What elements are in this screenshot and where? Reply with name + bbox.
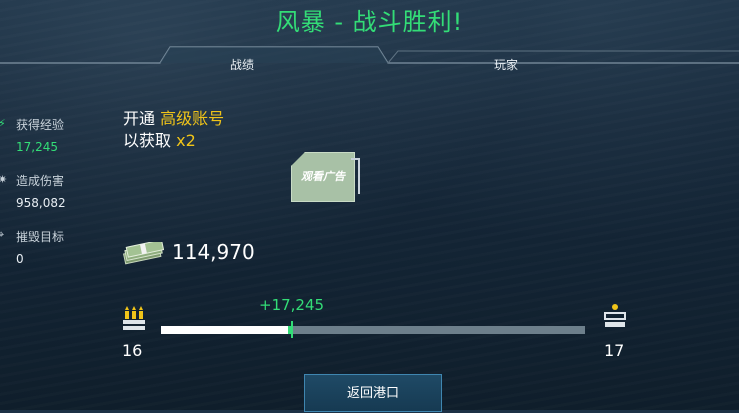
crosshair-icon: ⌖ (0, 228, 5, 241)
xp-progress-marker (291, 321, 294, 338)
battle-result-title: 风暴 - 战斗胜利! (275, 8, 464, 36)
rank-insignia-current-icon (123, 306, 145, 330)
promo-prefix: 开通 (123, 109, 161, 128)
current-level: 16 (122, 341, 143, 360)
lightning-icon: ⚡ (0, 117, 6, 130)
cash-stack-icon (122, 242, 164, 265)
promo-suffix: 以获取 (123, 131, 177, 150)
rank-insignia-next-icon (604, 304, 626, 327)
explosion-icon: ✷ (0, 173, 8, 186)
xp-gain-label: +17,245 (259, 296, 325, 314)
premium-promo: 开通 高级账号 以获取 x2 (123, 108, 224, 152)
premium-account-link: 高级账号 (160, 109, 225, 128)
multiplier-label: x2 (176, 131, 196, 150)
tab-players[interactable]: 玩家 (494, 56, 518, 73)
credits-value: 114,970 (172, 240, 255, 264)
next-level: 17 (604, 341, 625, 360)
stat-xp-label: 获得经验 (16, 118, 65, 132)
stat-destroyed-value: 0 (16, 252, 24, 266)
tab-bar: 战绩 玩家 (0, 42, 739, 76)
stat-damage-label: 造成伤害 (16, 174, 65, 188)
return-to-port-button[interactable]: 返回港口 (304, 374, 442, 412)
stat-destroyed-label: 摧毁目标 (16, 230, 65, 244)
watch-ad-label[interactable]: 观看广告 (293, 168, 353, 184)
xp-progress-fill (161, 326, 289, 334)
stat-xp-value: 17,245 (16, 140, 58, 154)
ad-bracket-decoration (351, 158, 360, 194)
stat-damage-value: 958,082 (16, 196, 66, 210)
tab-frame (0, 46, 739, 64)
tab-record[interactable]: 战绩 (230, 56, 254, 73)
